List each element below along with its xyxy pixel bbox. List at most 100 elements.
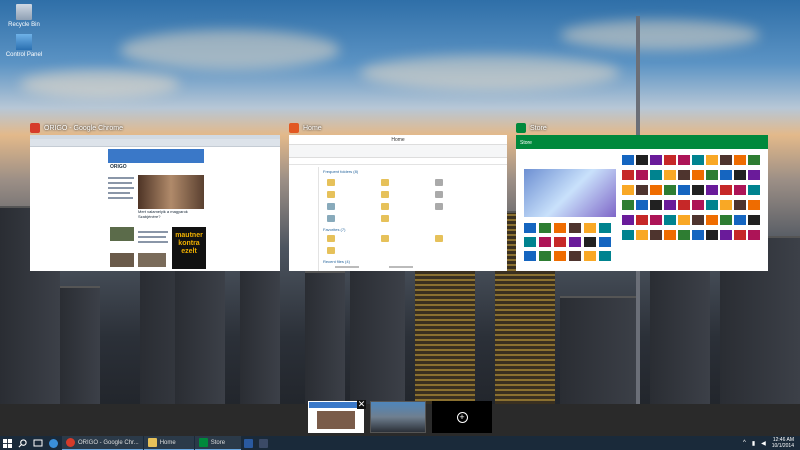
app-tile <box>599 237 611 247</box>
cloud <box>120 30 340 70</box>
recycle-bin-icon <box>16 4 32 20</box>
system-tray: ^ ▮ ◀ 12:46 AM 10/1/2014 <box>743 436 794 450</box>
search-button[interactable] <box>15 436 30 450</box>
app-tile <box>524 251 536 261</box>
folder-icon <box>327 235 335 242</box>
task-view-window-store[interactable]: Store Store <box>516 121 768 271</box>
section-frequent: Frequent folders (8) <box>323 169 359 174</box>
app-tile <box>734 155 746 165</box>
app-tile <box>636 200 648 210</box>
building <box>240 266 280 406</box>
add-desktop-button[interactable]: + <box>432 401 492 433</box>
task-view-window-explorer[interactable]: Home Home Frequent folders (8) Favorites… <box>289 121 507 271</box>
app-tile <box>720 170 732 180</box>
window-preview: Store <box>516 135 768 271</box>
folder-icon <box>381 203 389 210</box>
store-name: Store <box>520 140 532 146</box>
drive-icon <box>435 179 443 186</box>
clock-date: 10/1/2014 <box>771 443 794 449</box>
window-caption: ORIGO - Google Chrome <box>30 121 280 135</box>
explorer-ribbon <box>289 145 507 158</box>
network-icon[interactable]: ▮ <box>752 440 755 447</box>
app-tile <box>569 251 581 261</box>
ie-pinned-button[interactable] <box>46 436 61 450</box>
desktop-icon-control-panel[interactable]: Control Panel <box>4 34 44 58</box>
taskbar-app-label: Home <box>159 439 176 446</box>
app-tile <box>706 155 718 165</box>
app-tile <box>554 237 566 247</box>
text-line <box>108 177 134 179</box>
app-tile <box>734 200 746 210</box>
app-tile <box>636 155 648 165</box>
desktop-thumbnail-1[interactable] <box>308 401 364 433</box>
app-tile <box>664 215 676 225</box>
app-tile <box>748 200 760 210</box>
app-tile <box>748 230 760 240</box>
taskbar: ORIGO - Google Chr... Home Store ^ ▮ ◀ 1… <box>0 436 800 450</box>
start-button[interactable] <box>0 436 15 450</box>
desktop: Recycle Bin Control Panel ORIGO - Google… <box>0 0 800 450</box>
volume-icon[interactable]: ◀ <box>761 440 766 447</box>
app-tile <box>734 215 746 225</box>
taskbar-app-store[interactable]: Store <box>194 436 241 450</box>
app-tile <box>720 215 732 225</box>
app-tile <box>622 185 634 195</box>
app-tile <box>650 155 662 165</box>
featured-banner <box>524 169 616 217</box>
task-view-button[interactable] <box>30 436 46 450</box>
app-tile <box>664 230 676 240</box>
app-tile <box>748 155 760 165</box>
taskbar-app-chrome[interactable]: ORIGO - Google Chr... <box>62 436 143 450</box>
pinned-app-button[interactable] <box>256 436 271 450</box>
cloud <box>20 70 180 98</box>
section-recent: Recent files (4) <box>323 259 350 264</box>
app-tile <box>748 185 760 195</box>
cloud <box>360 55 620 90</box>
app-tile <box>748 215 760 225</box>
text-line <box>108 197 133 199</box>
app-tile <box>678 170 690 180</box>
text-line <box>389 266 413 268</box>
window-caption: Store <box>516 121 768 135</box>
app-tile <box>584 251 596 261</box>
task-view-window-chrome[interactable]: ORIGO - Google Chrome ORIGO Mert valamel… <box>30 121 280 271</box>
app-tile <box>584 223 596 233</box>
app-tile <box>664 200 676 210</box>
text-line <box>108 182 132 184</box>
app-tile <box>650 185 662 195</box>
browser-toolbar <box>30 139 280 147</box>
desktop-icon-label: Recycle Bin <box>8 22 40 28</box>
app-tile <box>622 215 634 225</box>
app-tile <box>584 237 596 247</box>
app-tile <box>720 230 732 240</box>
app-tile <box>599 223 611 233</box>
app-tile <box>748 170 760 180</box>
building <box>305 271 345 406</box>
desktop-icon-recycle-bin[interactable]: Recycle Bin <box>4 4 44 28</box>
clock[interactable]: 12:46 AM 10/1/2014 <box>772 437 794 449</box>
up-arrow-icon[interactable]: ^ <box>743 440 746 446</box>
app-tile <box>636 170 648 180</box>
folder-icon <box>381 235 389 242</box>
text-line <box>108 187 134 189</box>
desktop-thumbnail-2[interactable] <box>370 401 426 433</box>
app-tile <box>678 215 690 225</box>
app-tile <box>692 155 704 165</box>
text-line <box>138 231 168 233</box>
app-tile <box>720 185 732 195</box>
folder-icon <box>327 179 335 186</box>
app-tile <box>692 170 704 180</box>
chrome-icon <box>66 438 75 447</box>
app-tile <box>678 185 690 195</box>
folder-icon <box>381 191 389 198</box>
app-tile <box>636 230 648 240</box>
close-desktop-button[interactable]: ✕ <box>357 400 366 409</box>
pinned-app-button[interactable] <box>241 436 256 450</box>
taskbar-app-label: Store <box>210 439 226 446</box>
app-tile <box>706 200 718 210</box>
site-logo: ORIGO <box>108 164 204 172</box>
app-tile <box>650 215 662 225</box>
app-tile <box>599 251 611 261</box>
taskbar-app-explorer[interactable]: Home <box>143 436 194 450</box>
app-tile <box>692 215 704 225</box>
